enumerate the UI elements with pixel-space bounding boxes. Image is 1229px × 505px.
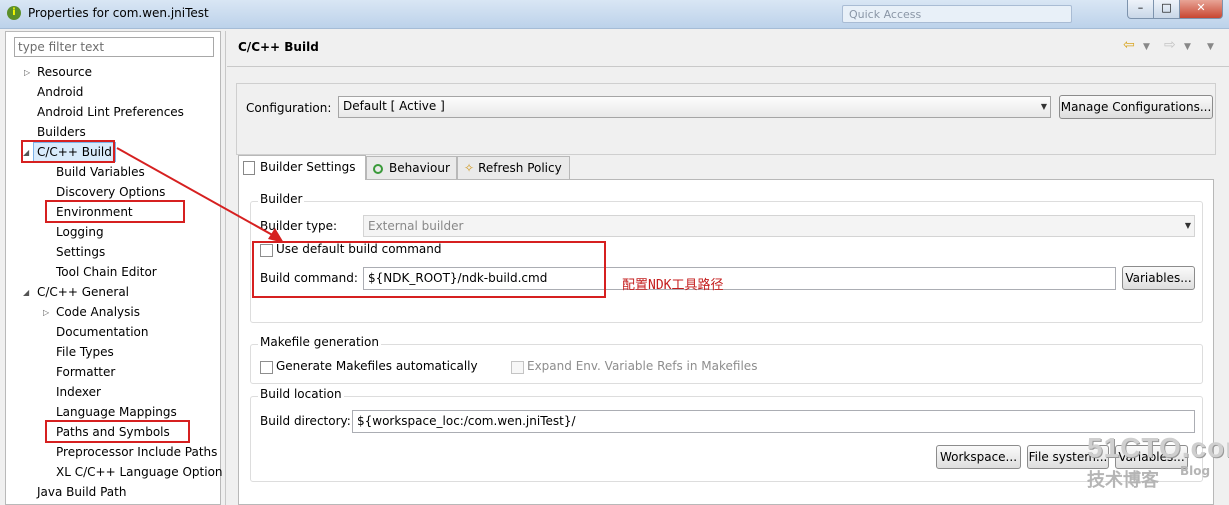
arrow-head [268, 228, 284, 243]
watermark-blog: Blog [1180, 464, 1211, 478]
tab-builder-settings[interactable]: Builder Settings [238, 155, 366, 180]
document-icon [243, 160, 255, 175]
watermark-logo: 51CTO.com [1087, 432, 1229, 463]
annotation-text: 配置NDK工具路径 [622, 278, 724, 293]
watermark-subtitle: 技术博客 [1087, 470, 1159, 491]
annotation-arrow [116, 147, 284, 243]
